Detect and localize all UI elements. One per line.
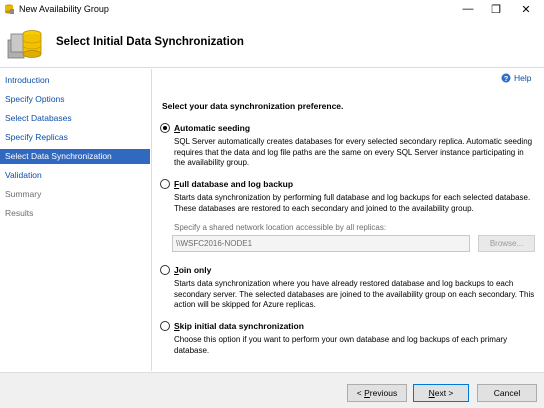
wizard-footer: < Previous Next > Cancel: [0, 372, 544, 408]
minimize-icon: —: [462, 3, 474, 15]
app-icon: [5, 4, 14, 14]
nav-item-select-data-synchronization[interactable]: Select Data Synchronization: [0, 149, 150, 164]
close-icon: ✕: [521, 3, 531, 16]
option-full-backup[interactable]: Full database and log backup: [160, 179, 293, 189]
skip-sync-description: Choose this option if you want to perfor…: [174, 335, 508, 355]
join-only-radio[interactable]: [160, 265, 170, 275]
browse-button[interactable]: Browse...: [478, 235, 535, 252]
skip-sync-radio[interactable]: [160, 321, 170, 331]
wizard-nav: Introduction Specify Options Select Data…: [0, 69, 152, 371]
skip-sync-label[interactable]: Skip initial data synchronization: [174, 321, 304, 331]
cancel-button[interactable]: Cancel: [477, 384, 537, 402]
nav-item-validation[interactable]: Validation: [0, 168, 150, 183]
option-join-only[interactable]: Join only: [160, 265, 211, 275]
nav-item-results: Results: [5, 208, 34, 218]
nav-item-specify-replicas[interactable]: Specify Replicas: [0, 130, 150, 145]
sync-prompt: Select your data synchronization prefere…: [162, 101, 344, 111]
shared-location-label: Specify a shared network location access…: [174, 223, 387, 232]
wizard-header: Select Initial Data Synchronization: [0, 20, 544, 68]
full-backup-label[interactable]: Full database and log backup: [174, 179, 293, 189]
join-only-description: Starts data synchronization where you ha…: [174, 279, 535, 309]
full-backup-radio[interactable]: [160, 179, 170, 189]
database-availability-icon: [7, 30, 42, 59]
option-skip-sync[interactable]: Skip initial data synchronization: [160, 321, 304, 331]
close-button[interactable]: ✕: [510, 0, 542, 18]
window-title: New Availability Group: [19, 4, 109, 14]
next-button[interactable]: Next >: [413, 384, 469, 402]
svg-text:?: ?: [504, 74, 509, 83]
help-icon: ?: [501, 73, 511, 83]
title-bar: New Availability Group — ❐ ✕: [0, 0, 544, 20]
full-backup-description: Starts data synchronization by performin…: [174, 193, 531, 213]
shared-location-input[interactable]: \\WSFC2016-NODE1: [172, 235, 470, 252]
previous-button[interactable]: < Previous: [347, 384, 407, 402]
automatic-seeding-description: SQL Server automatically creates databas…: [174, 137, 533, 167]
join-only-label[interactable]: Join only: [174, 265, 211, 275]
help-label: Help: [514, 73, 532, 83]
nav-item-summary: Summary: [5, 189, 42, 199]
nav-item-specify-options[interactable]: Specify Options: [0, 92, 150, 107]
nav-item-select-databases[interactable]: Select Databases: [0, 111, 150, 126]
automatic-seeding-radio[interactable]: [160, 123, 170, 133]
main-panel: ? Help Select your data synchronization …: [153, 69, 544, 371]
help-link[interactable]: ? Help: [501, 73, 531, 83]
nav-item-introduction[interactable]: Introduction: [0, 73, 150, 88]
option-automatic-seeding[interactable]: Automatic seeding: [160, 123, 250, 133]
page-title: Select Initial Data Synchronization: [56, 36, 244, 48]
maximize-button[interactable]: ❐: [480, 0, 512, 18]
automatic-seeding-label[interactable]: Automatic seeding: [174, 123, 250, 133]
restore-icon: ❐: [491, 3, 501, 16]
